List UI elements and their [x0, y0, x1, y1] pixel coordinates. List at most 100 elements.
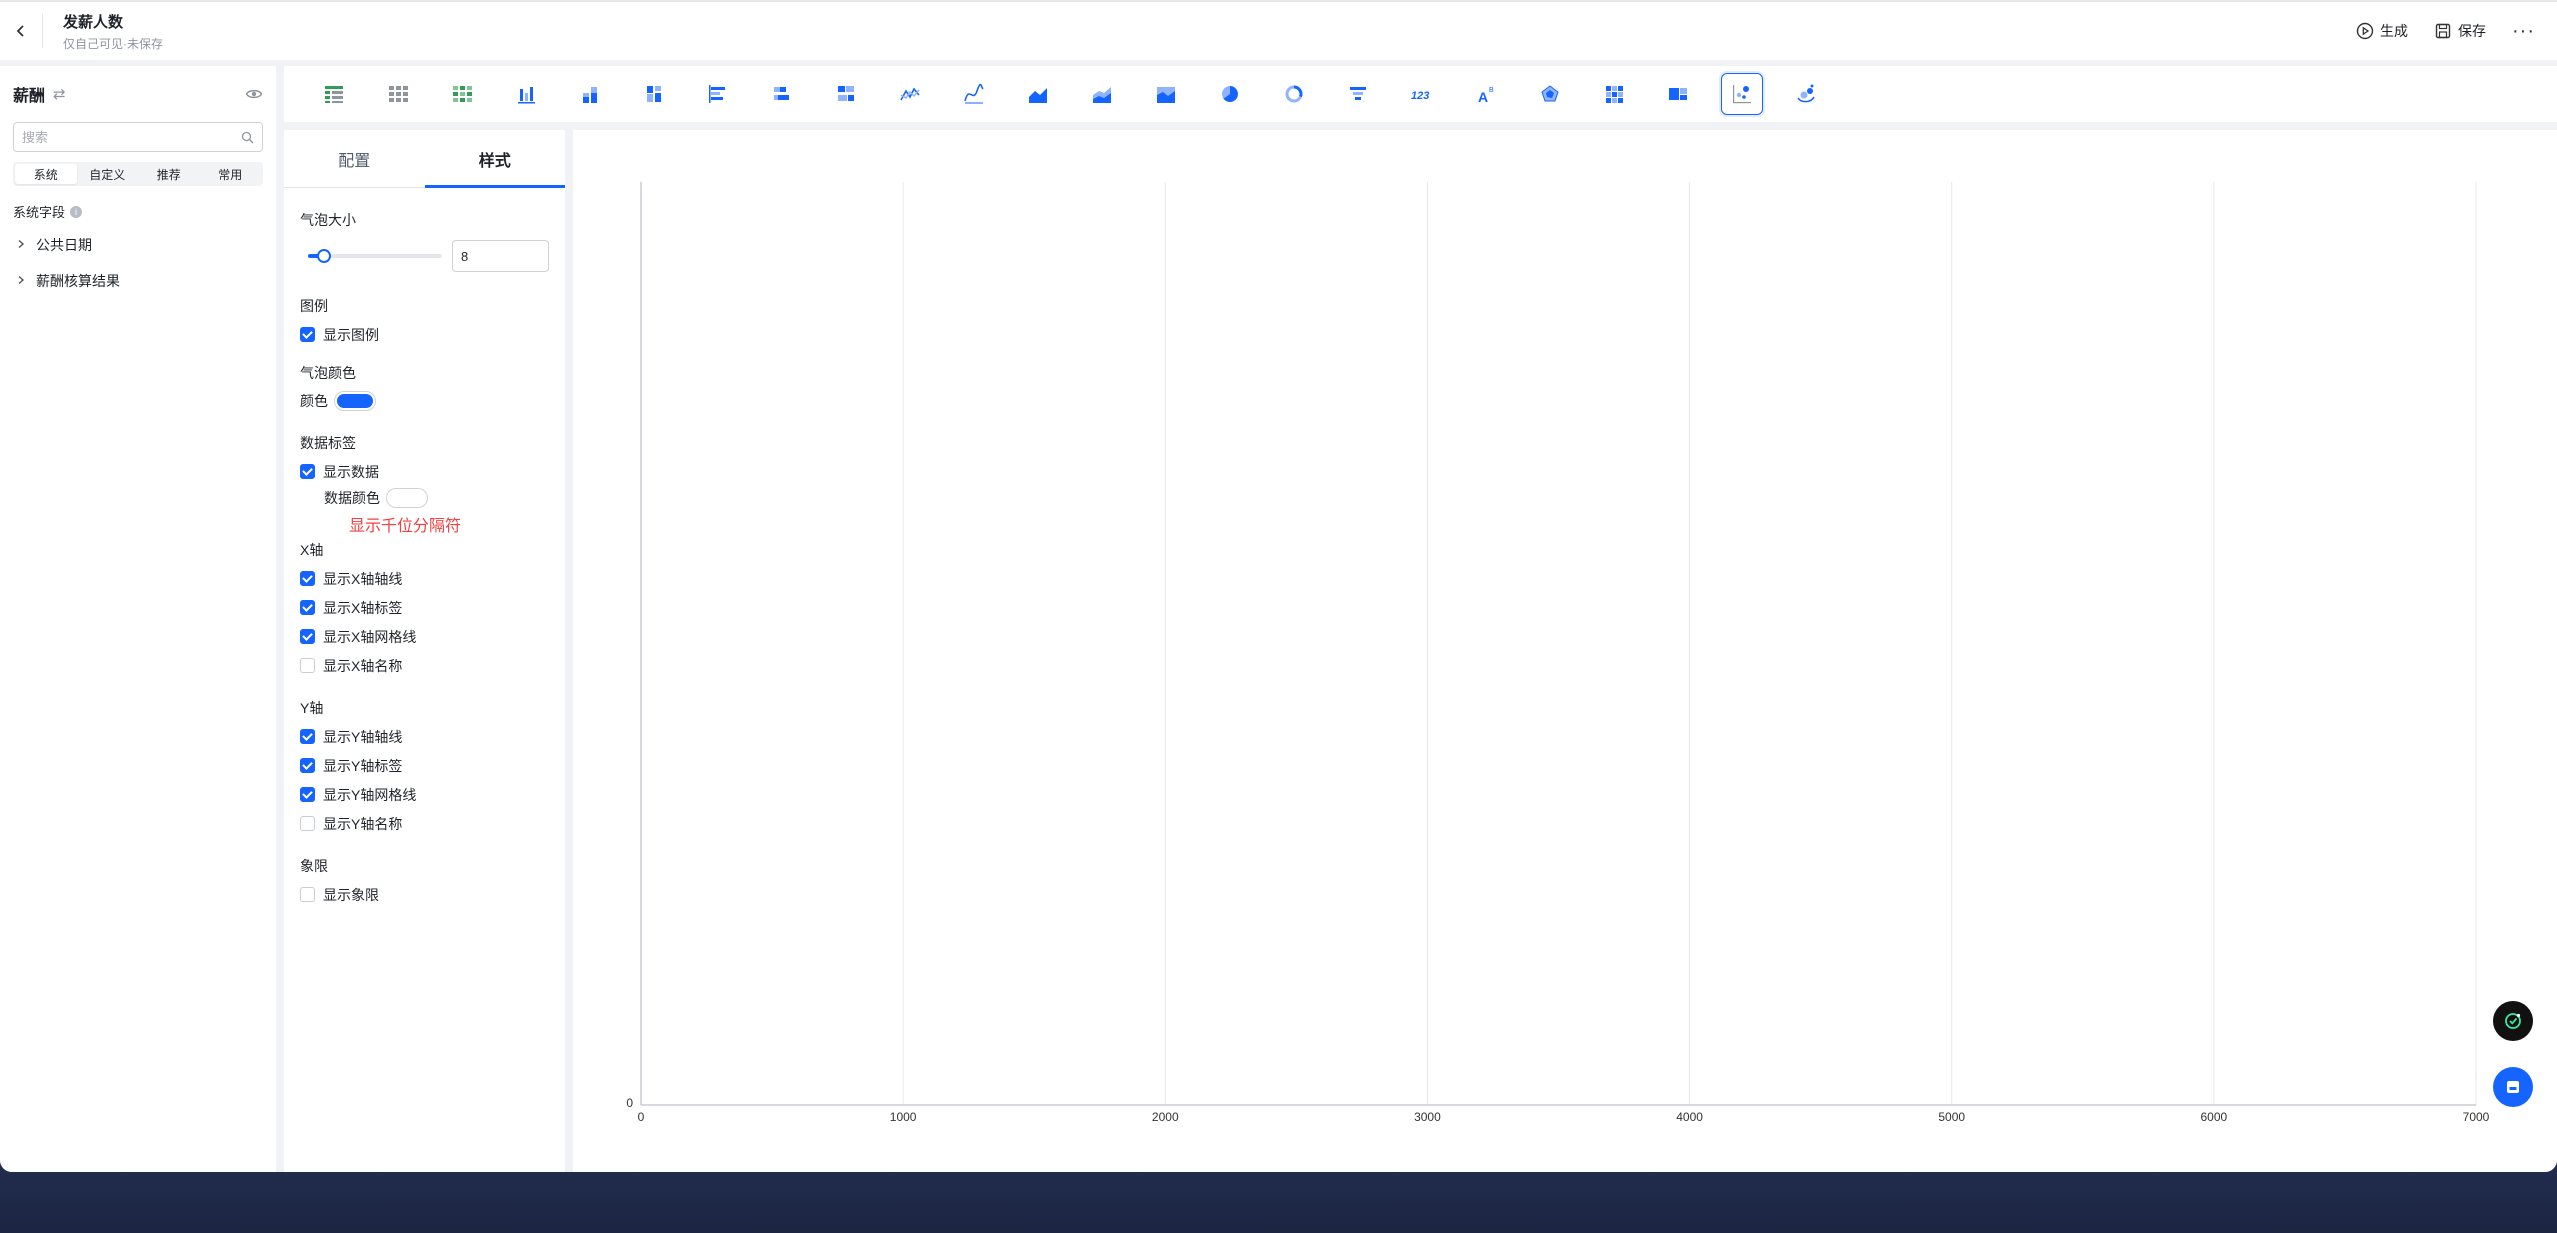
chart-type-stacked-area-button[interactable] [1081, 73, 1123, 115]
generate-label: 生成 [2380, 23, 2409, 39]
segment-tab-1[interactable]: 自定义 [77, 164, 139, 184]
more-button[interactable]: ··· [2512, 20, 2535, 43]
legend-options: 显示图例 [300, 320, 549, 349]
checkbox-box[interactable] [300, 787, 315, 802]
sparkle-icon [2505, 1013, 2521, 1029]
thousand-separator-label[interactable]: 显示千位分隔符 [349, 512, 549, 536]
title-block: 发薪人数 仅自己可见·未保存 [63, 11, 163, 52]
svg-text:A: A [1478, 89, 1488, 105]
legend-title: 图例 [300, 298, 328, 314]
checkbox-box[interactable] [300, 571, 315, 586]
checkbox-box[interactable] [300, 658, 315, 673]
info-icon[interactable]: i [70, 205, 83, 218]
segment-tab-0[interactable]: 系统 [15, 164, 77, 184]
chart-type-line-button[interactable] [889, 73, 931, 115]
checkbox-box[interactable] [300, 629, 315, 644]
y-axis-checkbox-0[interactable]: 显示Y轴轴线 [300, 722, 549, 751]
chart-type-stacked-bar-button[interactable] [569, 73, 611, 115]
treemap-chart-icon [1669, 88, 1687, 100]
chart-type-toolbar: 123 A B [284, 66, 2557, 122]
checkbox-label: 显示X轴名称 [323, 657, 403, 674]
chevron-right-icon[interactable] [16, 274, 36, 288]
bubble-size-input[interactable] [452, 240, 549, 272]
chart-type-bubble-button[interactable] [1785, 73, 1827, 115]
chart-type-color-table-button[interactable] [441, 73, 483, 115]
bubble-size-slider[interactable] [308, 249, 442, 263]
tab-0[interactable]: 配置 [284, 130, 425, 187]
scatter-chart-icon [1733, 85, 1751, 104]
scatter-chart: 0 1000 2000 3000 4000 5000 6000 7000 0 [626, 182, 2490, 1124]
checkbox-box[interactable] [300, 816, 315, 831]
chevron-right-icon[interactable] [16, 238, 36, 252]
data-color-row: 数据颜色 [300, 488, 549, 508]
config-tabs: 配置 样式 [284, 130, 565, 188]
data-color-swatch[interactable] [386, 488, 428, 508]
chart-type-indicator-card-button[interactable]: AB [1465, 73, 1507, 115]
checkbox-label: 显示Y轴网格线 [323, 786, 417, 803]
percent-area-chart-icon [1157, 87, 1175, 103]
tree-item-1[interactable]: 薪酬核算结果 [0, 263, 276, 299]
chart-type-bar-button[interactable] [505, 73, 547, 115]
y-axis-checkbox-1[interactable]: 显示Y轴标签 [300, 751, 549, 780]
save-button[interactable]: 保存 [2434, 21, 2486, 41]
data-label-checkbox-0[interactable]: 显示数据 [300, 457, 549, 486]
generate-button[interactable]: 生成 [2356, 21, 2408, 41]
funnel-chart-icon [1350, 87, 1366, 100]
x-axis-checkbox-0[interactable]: 显示X轴轴线 [300, 564, 549, 593]
eye-icon[interactable] [245, 85, 263, 103]
chart-type-heatmap-button[interactable] [1593, 73, 1635, 115]
x-axis-checkbox-2[interactable]: 显示X轴网格线 [300, 622, 549, 651]
tab-1[interactable]: 样式 [424, 130, 566, 188]
bubble-color-swatch[interactable] [334, 391, 376, 411]
chart-type-number-card-button[interactable]: 123 [1401, 73, 1443, 115]
swap-icon[interactable]: ⇄ [53, 85, 66, 103]
chart-type-treemap-button[interactable] [1657, 73, 1699, 115]
bubble-color-title: 气泡颜色 [300, 365, 356, 381]
config-panel: 配置样式 气泡大小 图例 显示图例 气泡颜色 颜色 数据标签 显示数据 数据颜色 [284, 130, 565, 1172]
app-window: 发薪人数 仅自己可见·未保存 生成 保存 ··· 薪酬 ⇄ 系统自定义推荐常用 [0, 0, 2557, 1172]
indicator-card-chart-icon: AB [1478, 87, 1494, 105]
chart-type-funnel-button[interactable] [1337, 73, 1379, 115]
ai-assistant-button[interactable] [2493, 1001, 2533, 1041]
horizontal-bar-chart-icon [709, 85, 725, 103]
checkbox-box[interactable] [300, 327, 315, 342]
legend-checkbox-0[interactable]: 显示图例 [300, 320, 549, 349]
checkbox-box[interactable] [300, 464, 315, 479]
chart-type-horizontal-stacked-bar-button[interactable] [761, 73, 803, 115]
chart-type-area-button[interactable] [1017, 73, 1059, 115]
chart-type-horizontal-bar-button[interactable] [697, 73, 739, 115]
chart-type-horizontal-grouped-bar-button[interactable] [825, 73, 867, 115]
tree-item-0[interactable]: 公共日期 [0, 227, 276, 263]
chart-type-scatter-button[interactable] [1721, 73, 1763, 115]
checkbox-label: 显示X轴网格线 [323, 628, 417, 645]
chart-type-smooth-line-button[interactable] [953, 73, 995, 115]
y-axis-checkbox-3[interactable]: 显示Y轴名称 [300, 809, 549, 838]
x-axis-checkbox-1[interactable]: 显示X轴标签 [300, 593, 549, 622]
feedback-button[interactable] [2493, 1067, 2533, 1107]
chart-type-table-button[interactable] [313, 73, 355, 115]
chart-type-pie-button[interactable] [1209, 73, 1251, 115]
chart-type-cross-table-button[interactable] [377, 73, 419, 115]
search-icon[interactable] [241, 131, 254, 144]
checkbox-box[interactable] [300, 729, 315, 744]
checkbox-box[interactable] [300, 887, 315, 902]
back-button[interactable] [0, 1, 42, 61]
chart-type-radar-button[interactable] [1529, 73, 1571, 115]
chart-type-donut-button[interactable] [1273, 73, 1315, 115]
slider-thumb[interactable] [317, 249, 332, 263]
segment-tab-3[interactable]: 常用 [200, 164, 262, 184]
search-input[interactable] [22, 129, 241, 145]
quadrant-checkbox-0[interactable]: 显示象限 [300, 880, 549, 909]
number-card-chart-icon: 123 [1411, 90, 1429, 102]
y-axis-checkbox-2[interactable]: 显示Y轴网格线 [300, 780, 549, 809]
line-chart-icon [900, 87, 920, 101]
x-tick-label: 3000 [1414, 1110, 1441, 1124]
checkbox-label: 显示象限 [323, 886, 379, 903]
checkbox-box[interactable] [300, 758, 315, 773]
smooth-line-chart-icon [964, 83, 984, 104]
segment-tab-2[interactable]: 推荐 [138, 164, 200, 184]
chart-type-grouped-bar-button[interactable] [633, 73, 675, 115]
checkbox-box[interactable] [300, 600, 315, 615]
x-axis-checkbox-3[interactable]: 显示X轴名称 [300, 651, 549, 680]
chart-type-percent-area-button[interactable] [1145, 73, 1187, 115]
